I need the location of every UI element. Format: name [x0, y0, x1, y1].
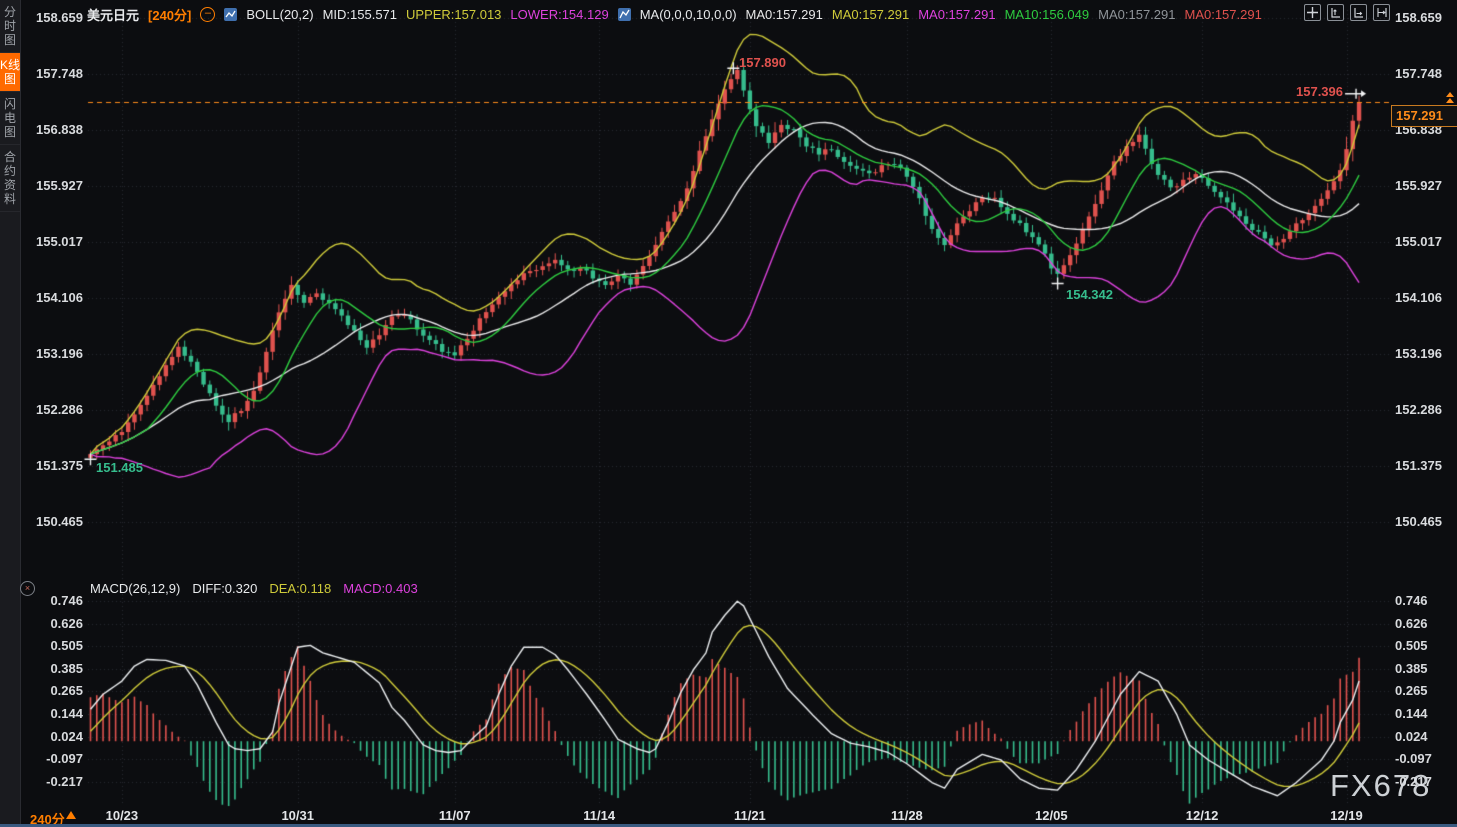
ma-value-4: MA0:157.291 — [1098, 7, 1175, 22]
macd-diff-value: DIFF:0.320 — [192, 581, 257, 596]
ma-value-3: MA10:156.049 — [1005, 7, 1090, 22]
price-axis-label-left-2: 156.838 — [27, 122, 83, 137]
reset-view-icon[interactable] — [1373, 4, 1390, 21]
ma-value-5: MA0:157.291 — [1184, 7, 1261, 22]
macd-axis-label-right-2: 0.505 — [1395, 638, 1428, 653]
macd-axis-label-right-3: 0.385 — [1395, 661, 1428, 676]
price-axis-label-left-3: 155.927 — [27, 178, 83, 193]
date-axis-label-4: 11/21 — [718, 808, 782, 823]
boll-lower-value: LOWER:154.129 — [510, 7, 608, 22]
fx678-watermark: FX678 — [1330, 768, 1431, 804]
date-axis-label-3: 11/14 — [567, 808, 631, 823]
macd-axis-label-left-0: 0.746 — [27, 593, 83, 608]
indicator-header: 美元日元 [240分] – BOLL(20,2) MID:155.571 UPP… — [87, 5, 1262, 23]
macd-dea-value: DEA:0.118 — [269, 581, 331, 596]
price-axis-label-left-4: 155.017 — [27, 234, 83, 249]
macd-axis-label-left-6: 0.024 — [27, 729, 83, 744]
price-axis-label-left-5: 154.106 — [27, 290, 83, 305]
macd-header: MACD(26,12,9) DIFF:0.320 DEA:0.118 MACD:… — [90, 581, 418, 596]
annotation-swing-low: 154.342 — [1066, 287, 1113, 302]
macd-axis-label-left-5: 0.144 — [27, 706, 83, 721]
price-axis-label-right-8: 151.375 — [1395, 458, 1442, 473]
macd-axis-label-left-3: 0.385 — [27, 661, 83, 676]
macd-axis-label-right-6: 0.024 — [1395, 729, 1428, 744]
price-axis-label-right-9: 150.465 — [1395, 514, 1442, 529]
ma-value-0: MA0:157.291 — [746, 7, 823, 22]
price-axis-label-right-0: 158.659 — [1395, 10, 1442, 25]
price-axis-label-right-5: 154.106 — [1395, 290, 1442, 305]
period-label: [240分] — [148, 5, 191, 24]
sidebar-item-0[interactable]: 分时图 — [0, 0, 20, 53]
date-axis-label-7: 12/12 — [1170, 808, 1234, 823]
macd-axis-label-right-7: -0.097 — [1395, 751, 1432, 766]
macd-axis-label-right-0: 0.746 — [1395, 593, 1428, 608]
macd-axis-label-left-4: 0.265 — [27, 683, 83, 698]
price-axis-label-left-0: 158.659 — [27, 10, 83, 25]
price-axis-label-right-6: 153.196 — [1395, 346, 1442, 361]
macd-axis-label-right-1: 0.626 — [1395, 616, 1428, 631]
chart-type-sidebar: 分时图K线图闪电图合约资料 — [0, 0, 21, 827]
macd-axis-label-left-7: -0.097 — [27, 751, 83, 766]
ma-indicator-icon[interactable] — [618, 8, 631, 21]
boll-upper-value: UPPER:157.013 — [406, 7, 501, 22]
chart-canvas[interactable] — [0, 0, 1457, 827]
macd-axis-label-right-4: 0.265 — [1395, 683, 1428, 698]
macd-collapse-icon[interactable]: × — [20, 581, 35, 596]
date-axis-label-6: 12/05 — [1019, 808, 1083, 823]
annotation-peak-high: 157.890 — [739, 55, 786, 70]
y-axis-scale-icon[interactable] — [1327, 4, 1344, 21]
macd-axis-label-left-1: 0.626 — [27, 616, 83, 631]
x-axis-scale-icon[interactable] — [1350, 4, 1367, 21]
sidebar-item-3[interactable]: 合约资料 — [0, 145, 20, 212]
price-axis-label-left-6: 153.196 — [27, 346, 83, 361]
macd-axis-label-left-8: -0.217 — [27, 774, 83, 789]
date-axis-label-2: 11/07 — [423, 808, 487, 823]
macd-axis-label-right-5: 0.144 — [1395, 706, 1428, 721]
crosshair-icon[interactable] — [1304, 4, 1321, 21]
date-axis-label-1: 10/31 — [266, 808, 330, 823]
timeframe-up-triangle-icon[interactable] — [66, 811, 76, 819]
date-axis-label-8: 12/19 — [1315, 808, 1379, 823]
ma-value-1: MA0:157.291 — [832, 7, 909, 22]
price-axis-label-left-9: 150.465 — [27, 514, 83, 529]
last-price-box: 157.291 — [1391, 105, 1457, 127]
price-axis-label-right-4: 155.017 — [1395, 234, 1442, 249]
annotation-recent-high: 157.396 — [1296, 84, 1343, 99]
ma-value-2: MA0:157.291 — [918, 7, 995, 22]
boll-name: BOLL(20,2) — [246, 7, 313, 22]
sidebar-item-1[interactable]: K线图 — [0, 53, 20, 92]
boll-indicator-icon[interactable] — [224, 8, 237, 21]
price-up-arrows-icon — [1446, 92, 1454, 104]
ma-name: MA(0,0,0,10,0,0) — [640, 7, 737, 22]
date-axis-label-0: 10/23 — [90, 808, 154, 823]
price-axis-label-right-1: 157.748 — [1395, 66, 1442, 81]
price-axis-label-left-8: 151.375 — [27, 458, 83, 473]
date-axis-label-5: 11/28 — [875, 808, 939, 823]
sidebar-item-2[interactable]: 闪电图 — [0, 92, 20, 145]
annotation-start-low: 151.485 — [96, 460, 143, 475]
macd-macd-value: MACD:0.403 — [343, 581, 417, 596]
chart-toolbar — [1304, 4, 1390, 21]
trading-chart-window: 分时图K线图闪电图合约资料 美元日元 [240分] – BOLL(20,2) M… — [0, 0, 1457, 827]
symbol-title: 美元日元 — [87, 5, 139, 24]
price-axis-label-right-3: 155.927 — [1395, 178, 1442, 193]
price-axis-label-left-1: 157.748 — [27, 66, 83, 81]
macd-axis-label-left-2: 0.505 — [27, 638, 83, 653]
boll-mid-value: MID:155.571 — [323, 7, 397, 22]
collapse-pane-icon[interactable]: – — [200, 7, 215, 22]
macd-name: MACD(26,12,9) — [90, 581, 180, 596]
ma-values: MA0:157.291 MA0:157.291 MA0:157.291 MA10:15… — [746, 7, 1262, 22]
price-axis-label-right-7: 152.286 — [1395, 402, 1442, 417]
price-axis-label-left-7: 152.286 — [27, 402, 83, 417]
